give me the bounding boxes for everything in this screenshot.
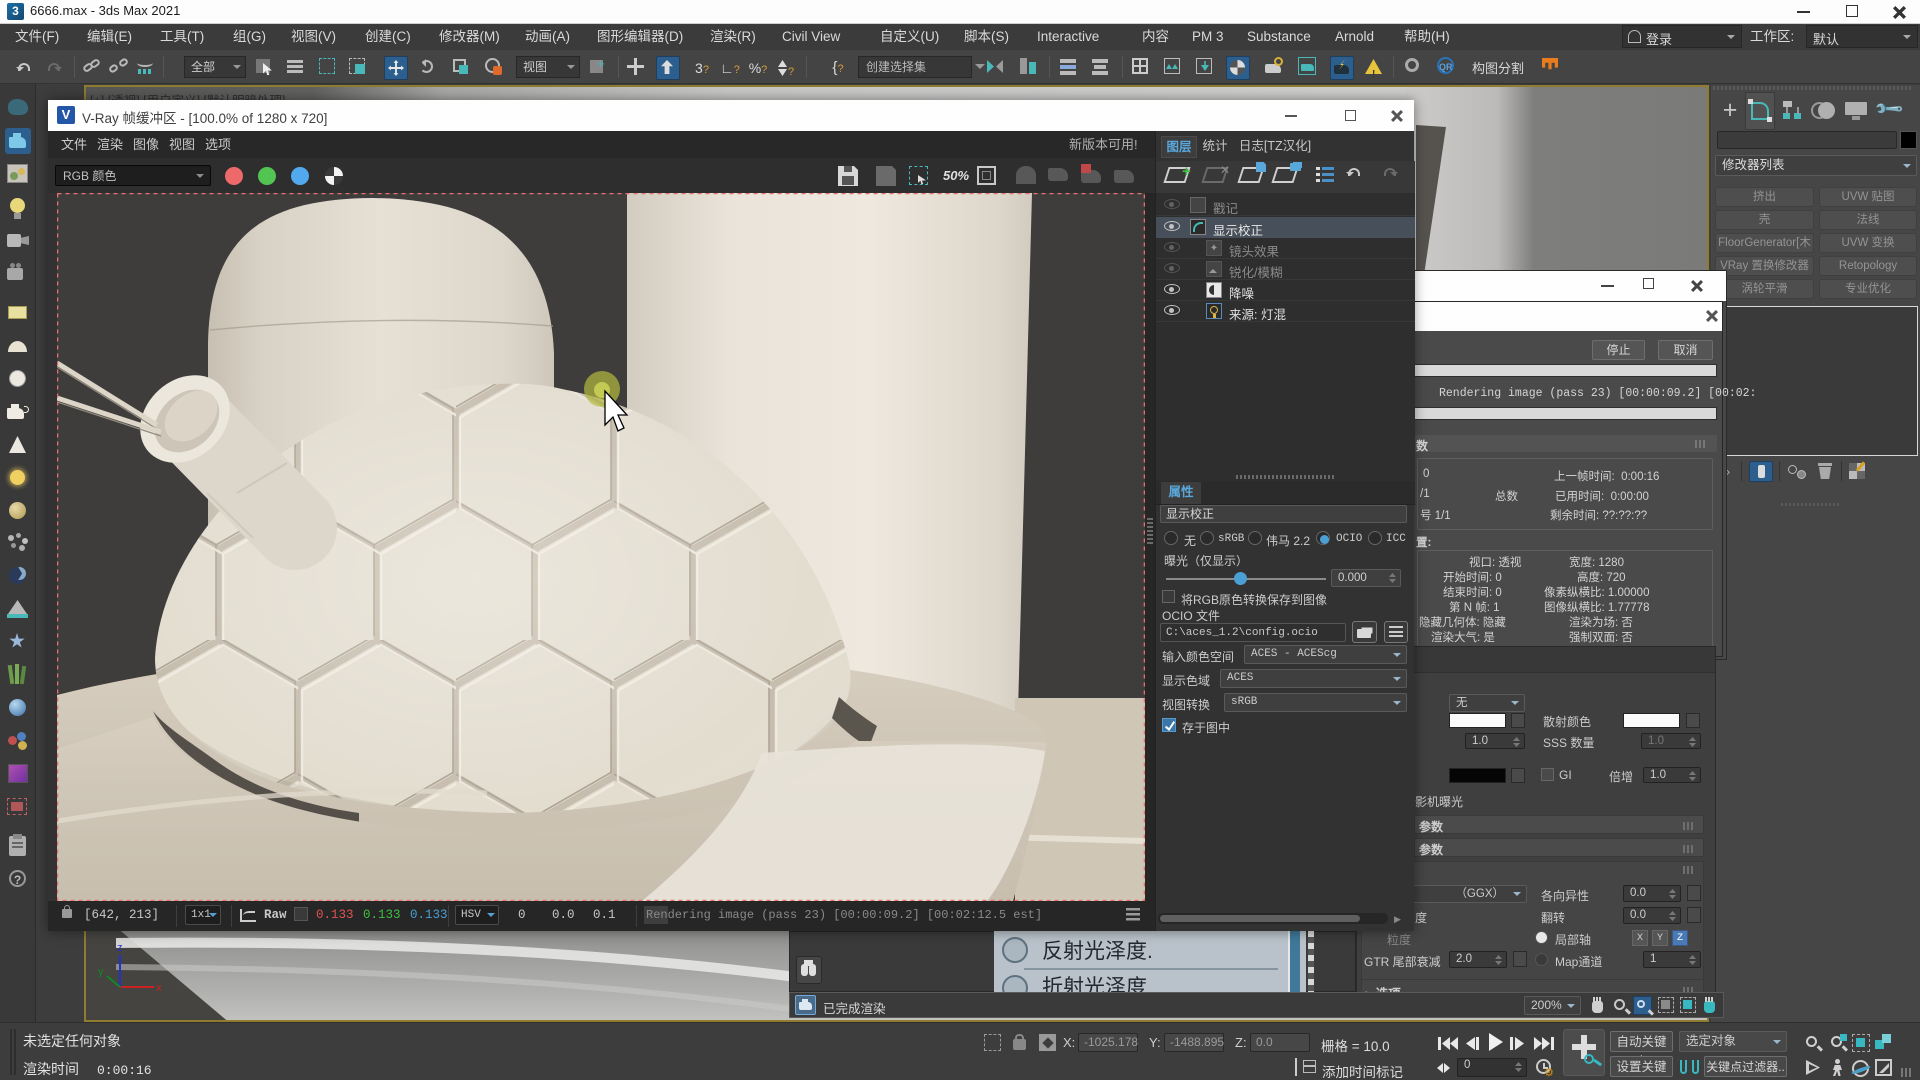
svg-text:z: z xyxy=(117,942,123,954)
svg-text:y: y xyxy=(98,966,104,978)
svg-text:x: x xyxy=(156,982,162,994)
